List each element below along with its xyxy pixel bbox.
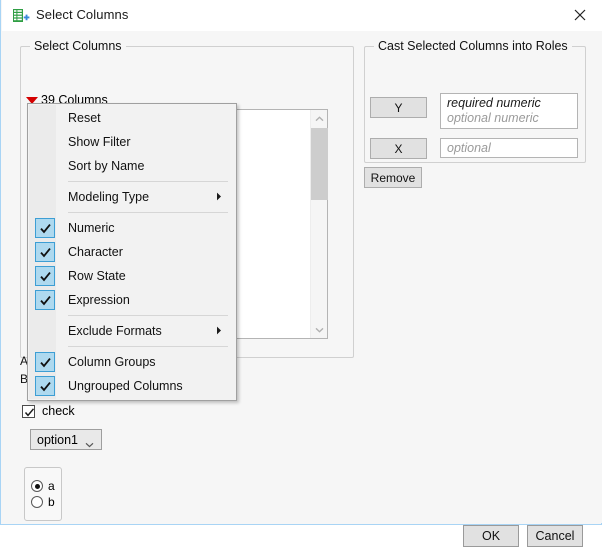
- columns-table-add-icon: [12, 7, 30, 25]
- role-field-y[interactable]: required numeric optional numeric: [440, 93, 578, 129]
- checkmark-icon[interactable]: [35, 218, 55, 238]
- checkmark-icon[interactable]: [35, 290, 55, 310]
- cast-roles-group-title: Cast Selected Columns into Roles: [374, 39, 572, 53]
- checkmark-icon[interactable]: [22, 405, 35, 418]
- radio-option-a[interactable]: a: [31, 479, 55, 493]
- role-field-y-line1: required numeric: [447, 96, 572, 111]
- menu-item-character-label: Character: [68, 245, 123, 259]
- chevron-down-icon[interactable]: [311, 321, 328, 338]
- menu-item-column-groups[interactable]: Column Groups: [28, 350, 236, 374]
- menu-separator: [68, 346, 228, 347]
- checkmark-icon[interactable]: [35, 376, 55, 396]
- role-button-x[interactable]: X: [370, 138, 427, 159]
- chevron-up-icon[interactable]: [311, 110, 328, 127]
- menu-item-sort-by-name-label: Sort by Name: [68, 159, 144, 173]
- dialog-client-area: Select Columns 39 Columns: [2, 31, 602, 523]
- radio-group-panel: a b: [24, 467, 62, 521]
- menu-item-ungrouped-columns[interactable]: Ungrouped Columns: [28, 374, 236, 398]
- menu-item-row-state-label: Row State: [68, 269, 126, 283]
- cancel-button[interactable]: Cancel: [527, 525, 583, 547]
- ok-button[interactable]: OK: [463, 525, 519, 547]
- option-combobox[interactable]: option1: [30, 429, 102, 450]
- check-checkbox-label: check: [42, 404, 75, 418]
- menu-item-modeling-type-label: Modeling Type: [68, 190, 149, 204]
- chevron-right-icon: [216, 190, 222, 204]
- radio-option-b[interactable]: b: [31, 495, 55, 509]
- menu-item-sort-by-name[interactable]: Sort by Name: [28, 154, 236, 178]
- check-checkbox-row[interactable]: check: [22, 404, 75, 418]
- menu-item-show-filter[interactable]: Show Filter: [28, 130, 236, 154]
- radio-b-indicator[interactable]: [31, 496, 43, 508]
- menu-item-character[interactable]: Character: [28, 240, 236, 264]
- menu-item-expression[interactable]: Expression: [28, 288, 236, 312]
- menu-item-numeric-label: Numeric: [68, 221, 115, 235]
- menu-item-exclude-formats[interactable]: Exclude Formats: [28, 319, 236, 343]
- checkmark-icon[interactable]: [35, 242, 55, 262]
- scrollbar-thumb[interactable]: [311, 128, 328, 200]
- menu-item-row-state[interactable]: Row State: [28, 264, 236, 288]
- checkmark-icon[interactable]: [35, 352, 55, 372]
- menu-item-exclude-formats-label: Exclude Formats: [68, 324, 162, 338]
- dialog-window: Select Columns Select Columns 39 Columns: [0, 0, 602, 525]
- menu-item-reset-label: Reset: [68, 111, 101, 125]
- menu-item-expression-label: Expression: [68, 293, 130, 307]
- menu-item-show-filter-label: Show Filter: [68, 135, 131, 149]
- menu-item-numeric[interactable]: Numeric: [28, 216, 236, 240]
- menu-item-ungrouped-columns-label: Ungrouped Columns: [68, 379, 183, 393]
- menu-separator: [68, 181, 228, 182]
- remove-button[interactable]: Remove: [364, 167, 422, 188]
- radio-a-label: a: [48, 479, 55, 493]
- radio-b-label: b: [48, 495, 55, 509]
- title-bar: Select Columns: [2, 0, 602, 32]
- menu-separator: [68, 212, 228, 213]
- menu-item-column-groups-label: Column Groups: [68, 355, 156, 369]
- select-columns-group-title: Select Columns: [30, 39, 126, 53]
- chevron-right-icon: [216, 324, 222, 338]
- role-field-y-line2: optional numeric: [447, 111, 572, 126]
- close-icon[interactable]: [558, 0, 602, 30]
- menu-item-modeling-type[interactable]: Modeling Type: [28, 185, 236, 209]
- chevron-down-icon[interactable]: [85, 437, 94, 451]
- columns-context-menu: Reset Show Filter Sort by Name Modeling …: [27, 103, 237, 401]
- checkmark-icon[interactable]: [35, 266, 55, 286]
- role-field-x-line1: optional: [447, 141, 572, 156]
- window-title: Select Columns: [36, 7, 128, 22]
- role-field-x[interactable]: optional: [440, 138, 578, 158]
- radio-a-indicator[interactable]: [31, 480, 43, 492]
- role-button-y[interactable]: Y: [370, 97, 427, 118]
- menu-item-reset[interactable]: Reset: [28, 106, 236, 130]
- listbox-scrollbar[interactable]: [310, 110, 327, 338]
- menu-separator: [68, 315, 228, 316]
- option-combobox-value: option1: [37, 433, 78, 447]
